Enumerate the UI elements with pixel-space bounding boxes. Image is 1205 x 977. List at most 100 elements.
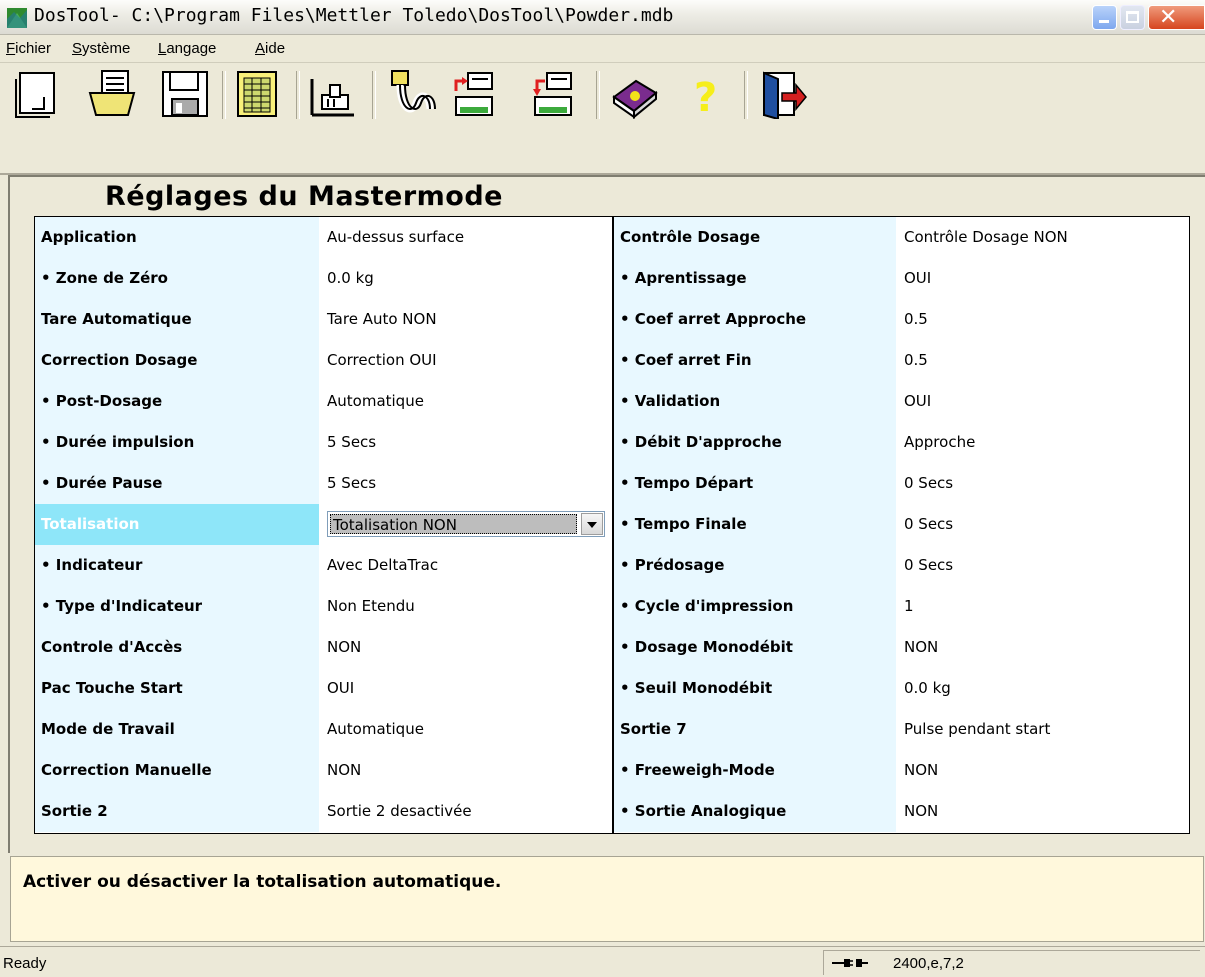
question-mark-icon[interactable]: ? xyxy=(680,69,730,119)
setting-label[interactable]: • Validation xyxy=(614,381,896,422)
menu-langage[interactable]: Langage xyxy=(158,40,216,57)
setting-row-duree-impulsion[interactable]: • Durée impulsion 5 Secs xyxy=(35,422,613,463)
setting-value[interactable]: OUI xyxy=(904,381,931,422)
setting-row-cycle-d-impression[interactable]: • Cycle d'impression 1 xyxy=(614,586,1189,627)
setting-row-indicateur[interactable]: • Indicateur Avec DeltaTrac xyxy=(35,545,613,586)
new-document-icon[interactable] xyxy=(14,69,64,119)
setting-value[interactable]: Non Etendu xyxy=(327,586,415,627)
setting-row-controle-dosage[interactable]: Contrôle Dosage Contrôle Dosage NON xyxy=(614,217,1189,258)
table-icon[interactable] xyxy=(232,69,282,119)
setting-label[interactable]: Correction Dosage xyxy=(35,340,319,381)
setting-label[interactable]: • Sortie Analogique xyxy=(614,791,896,832)
save-icon[interactable] xyxy=(160,69,210,119)
setting-label[interactable]: Mode de Travail xyxy=(35,709,319,750)
setting-label[interactable]: Totalisation xyxy=(35,504,319,545)
setting-value[interactable]: 0.5 xyxy=(904,299,928,340)
setting-label[interactable]: Sortie 2 xyxy=(35,791,319,832)
setting-row-coef-arret-approche[interactable]: • Coef arret Approche 0.5 xyxy=(614,299,1189,340)
setting-value[interactable]: Sortie 2 desactivée xyxy=(327,791,472,832)
setting-row-tempo-finale[interactable]: • Tempo Finale 0 Secs xyxy=(614,504,1189,545)
setting-label[interactable]: • Freeweigh-Mode xyxy=(614,750,896,791)
maximize-button[interactable] xyxy=(1120,5,1145,30)
setting-label[interactable]: Pac Touche Start xyxy=(35,668,319,709)
setting-value[interactable]: 0.0 kg xyxy=(904,668,951,709)
exit-door-icon[interactable] xyxy=(758,69,808,119)
setting-value[interactable]: Avec DeltaTrac xyxy=(327,545,438,586)
setting-label[interactable]: • Prédosage xyxy=(614,545,896,586)
download-from-device-icon[interactable] xyxy=(527,69,577,119)
setting-row-validation[interactable]: • Validation OUI xyxy=(614,381,1189,422)
setting-row-controle-d-acces[interactable]: Controle d'Accès NON xyxy=(35,627,613,668)
setting-value[interactable]: 0 Secs xyxy=(904,463,953,504)
setting-label[interactable]: • Débit D'approche xyxy=(614,422,896,463)
chevron-down-icon[interactable] xyxy=(581,513,603,535)
setting-row-post-dosage[interactable]: • Post-Dosage Automatique xyxy=(35,381,613,422)
setting-row-mode-de-travail[interactable]: Mode de Travail Automatique xyxy=(35,709,613,750)
setting-row-correction-dosage[interactable]: Correction Dosage Correction OUI xyxy=(35,340,613,381)
setting-row-debit-d-approche[interactable]: • Débit D'approche Approche xyxy=(614,422,1189,463)
setting-label[interactable]: Correction Manuelle xyxy=(35,750,319,791)
setting-value-dropdown[interactable]: Totalisation NON xyxy=(327,511,605,537)
setting-label[interactable]: • Dosage Monodébit xyxy=(614,627,896,668)
setting-label[interactable]: • Coef arret Fin xyxy=(614,340,896,381)
setting-value[interactable]: 0 Secs xyxy=(904,545,953,586)
setting-label[interactable]: • Tempo Finale xyxy=(614,504,896,545)
setting-label[interactable]: • Durée impulsion xyxy=(35,422,319,463)
setting-label[interactable]: Controle d'Accès xyxy=(35,627,319,668)
setting-value[interactable]: NON xyxy=(904,750,938,791)
setting-value[interactable]: NON xyxy=(904,627,938,668)
setting-value[interactable]: NON xyxy=(327,627,361,668)
setting-label[interactable]: Tare Automatique xyxy=(35,299,319,340)
setting-row-application[interactable]: Application Au-dessus surface xyxy=(35,217,613,258)
setting-label[interactable]: • Cycle d'impression xyxy=(614,586,896,627)
setting-label[interactable]: • Seuil Monodébit xyxy=(614,668,896,709)
setting-row-pac-touche-start[interactable]: Pac Touche Start OUI xyxy=(35,668,613,709)
setting-row-sortie-7[interactable]: Sortie 7 Pulse pendant start xyxy=(614,709,1189,750)
setting-label[interactable]: Application xyxy=(35,217,319,258)
cable-icon[interactable] xyxy=(386,69,436,119)
setting-label[interactable]: Contrôle Dosage xyxy=(614,217,896,258)
menu-fichier[interactable]: Fichier xyxy=(6,40,51,57)
setting-value[interactable]: Pulse pendant start xyxy=(904,709,1050,750)
scale-icon[interactable] xyxy=(308,69,358,119)
setting-row-sortie-analogique[interactable]: • Sortie Analogique NON xyxy=(614,791,1189,832)
setting-label[interactable]: • Post-Dosage xyxy=(35,381,319,422)
setting-value[interactable]: Contrôle Dosage NON xyxy=(904,217,1068,258)
setting-row-totalisation[interactable]: Totalisation Totalisation NON xyxy=(35,504,613,545)
setting-row-duree-pause[interactable]: • Durée Pause 5 Secs xyxy=(35,463,613,504)
close-button[interactable]: ✕ xyxy=(1148,5,1205,30)
setting-row-coef-arret-fin[interactable]: • Coef arret Fin 0.5 xyxy=(614,340,1189,381)
setting-value[interactable]: Au-dessus surface xyxy=(327,217,464,258)
setting-row-zone-de-zero[interactable]: • Zone de Zéro 0.0 kg xyxy=(35,258,613,299)
open-icon[interactable] xyxy=(88,69,138,119)
setting-row-tare-automatique[interactable]: Tare Automatique Tare Auto NON xyxy=(35,299,613,340)
setting-label[interactable]: • Coef arret Approche xyxy=(614,299,896,340)
setting-value[interactable]: NON xyxy=(904,791,938,832)
setting-row-freeweigh-mode[interactable]: • Freeweigh-Mode NON xyxy=(614,750,1189,791)
setting-row-aprentissage[interactable]: • Aprentissage OUI xyxy=(614,258,1189,299)
setting-row-sortie-2[interactable]: Sortie 2 Sortie 2 desactivée xyxy=(35,791,613,832)
title-bar[interactable]: DosTool- C:\Program Files\Mettler Toledo… xyxy=(0,0,1205,35)
setting-row-dosage-monodebit[interactable]: • Dosage Monodébit NON xyxy=(614,627,1189,668)
setting-value[interactable]: 0.5 xyxy=(904,340,928,381)
setting-value[interactable]: Automatique xyxy=(327,709,424,750)
setting-value[interactable]: 0 Secs xyxy=(904,504,953,545)
dropdown-selected-value[interactable]: Totalisation NON xyxy=(330,514,577,534)
setting-label[interactable]: • Durée Pause xyxy=(35,463,319,504)
setting-label[interactable]: • Indicateur xyxy=(35,545,319,586)
setting-value[interactable]: 5 Secs xyxy=(327,463,376,504)
setting-label[interactable]: • Type d'Indicateur xyxy=(35,586,319,627)
setting-row-correction-manuelle[interactable]: Correction Manuelle NON xyxy=(35,750,613,791)
menu-systeme[interactable]: Système xyxy=(72,40,130,57)
setting-label[interactable]: Sortie 7 xyxy=(614,709,896,750)
help-book-icon[interactable] xyxy=(610,69,660,119)
setting-value[interactable]: Approche xyxy=(904,422,975,463)
setting-row-predosage[interactable]: • Prédosage 0 Secs xyxy=(614,545,1189,586)
setting-value[interactable]: Automatique xyxy=(327,381,424,422)
setting-label[interactable]: • Aprentissage xyxy=(614,258,896,299)
menu-aide[interactable]: Aide xyxy=(255,40,285,57)
setting-value[interactable]: OUI xyxy=(904,258,931,299)
setting-value[interactable]: OUI xyxy=(327,668,354,709)
setting-value[interactable]: Tare Auto NON xyxy=(327,299,437,340)
setting-row-tempo-depart[interactable]: • Tempo Départ 0 Secs xyxy=(614,463,1189,504)
